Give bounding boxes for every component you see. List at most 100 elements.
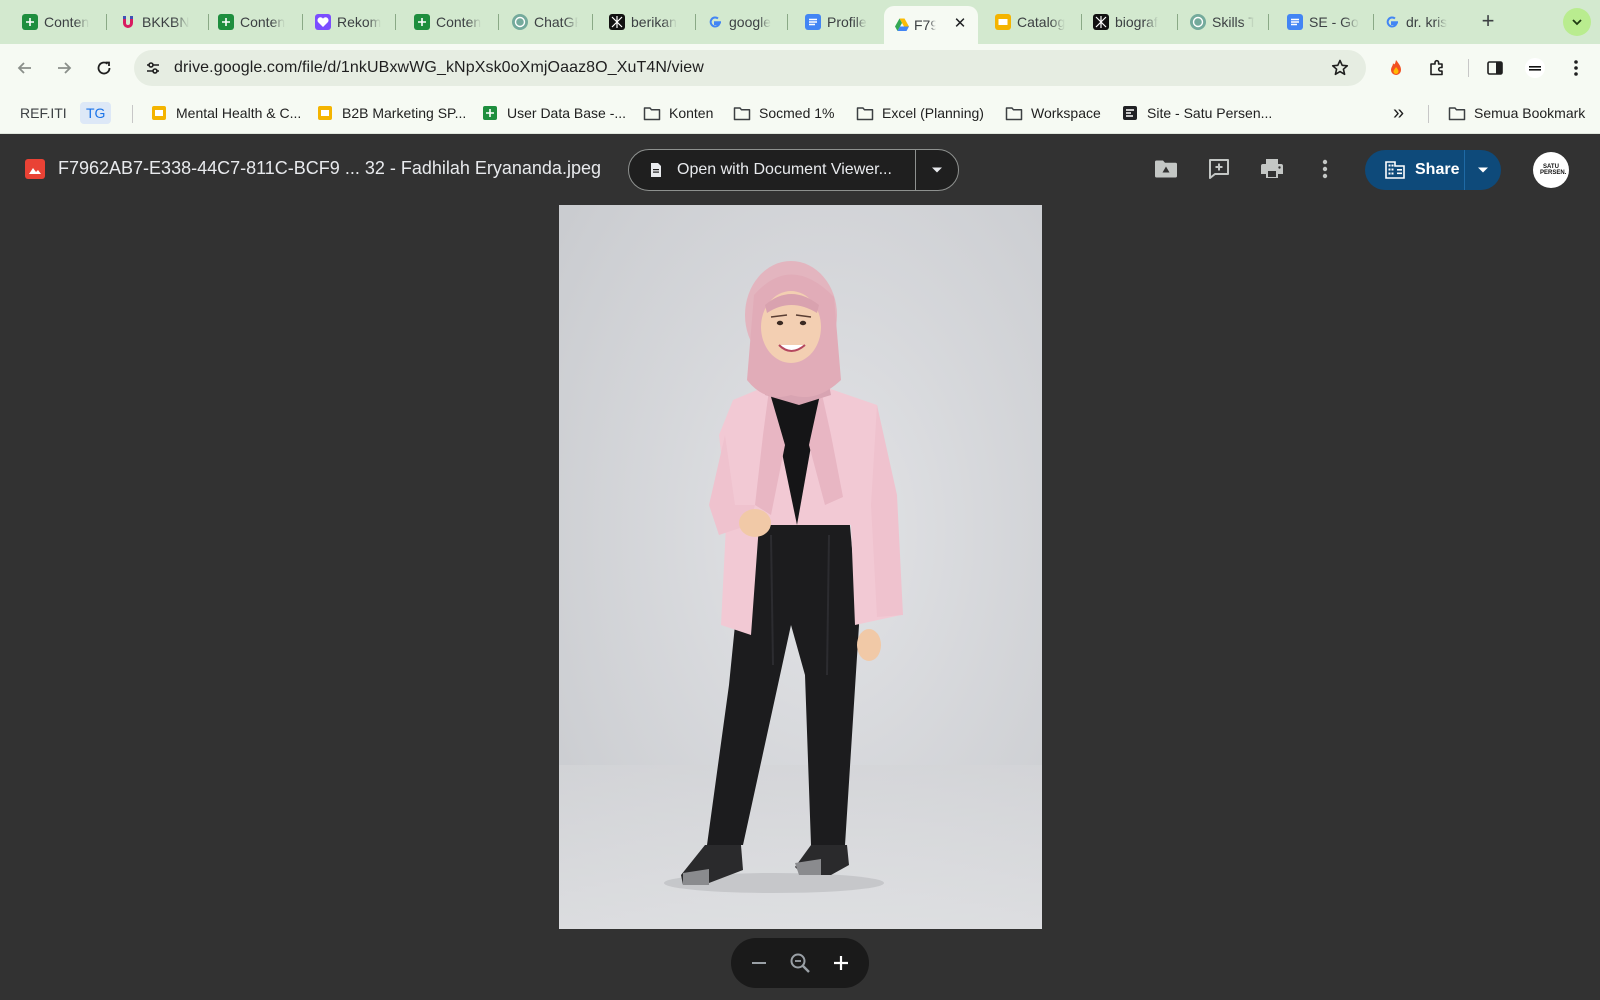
google-docs-icon bbox=[1287, 14, 1303, 30]
open-with-dropdown-button[interactable] bbox=[916, 150, 958, 190]
folder-icon bbox=[643, 105, 661, 121]
printer-icon bbox=[1261, 159, 1283, 178]
browser-tab[interactable]: Conten bbox=[414, 8, 484, 36]
caret-down-icon bbox=[1478, 167, 1488, 173]
tab-title: Conten bbox=[44, 14, 90, 30]
browser-tab-active[interactable]: F79 ✕ bbox=[884, 6, 978, 44]
zoom-out-button[interactable] bbox=[743, 947, 775, 979]
account-avatar[interactable]: SATU PERSEN. bbox=[1533, 152, 1569, 188]
bookmark-label: Socmed 1% bbox=[759, 105, 835, 121]
google-slides-icon bbox=[150, 105, 168, 121]
browser-tab[interactable]: Catalog bbox=[995, 8, 1067, 36]
tab-title: google bbox=[729, 14, 772, 30]
image-preview bbox=[559, 205, 1042, 929]
tab-separator bbox=[1177, 14, 1178, 30]
google-slides-icon bbox=[995, 14, 1011, 30]
browser-tab[interactable]: berikan bbox=[609, 8, 681, 36]
browser-tab[interactable]: Profile bbox=[805, 8, 873, 36]
more-actions-button[interactable] bbox=[1309, 153, 1341, 185]
tab-title: berikan bbox=[631, 14, 677, 30]
open-with-button[interactable]: Open with Document Viewer... bbox=[629, 150, 916, 190]
browser-tab[interactable]: google bbox=[707, 8, 773, 36]
folder-icon bbox=[856, 105, 874, 121]
open-with-button-group: Open with Document Viewer... bbox=[628, 149, 959, 191]
browser-tab[interactable]: Conten bbox=[22, 8, 92, 36]
folder-icon bbox=[1005, 105, 1023, 121]
close-tab-icon[interactable]: ✕ bbox=[952, 16, 968, 32]
google-drive-icon bbox=[894, 17, 910, 33]
zoom-controls bbox=[731, 938, 869, 988]
browser-tab[interactable]: Skills T bbox=[1190, 8, 1254, 36]
google-sheets-icon bbox=[218, 14, 234, 30]
site-info-icon[interactable] bbox=[142, 57, 164, 79]
avatar-logo-text: SATU PERSEN. bbox=[1540, 164, 1567, 176]
bookmark-item[interactable]: Mental Health & C... bbox=[150, 102, 301, 124]
tab-separator bbox=[208, 14, 209, 30]
address-bar[interactable]: drive.google.com/file/d/1nkUBxwWG_kNpXsk… bbox=[134, 50, 1366, 86]
browser-tab[interactable]: ChatGP bbox=[512, 8, 578, 36]
bookmarks-divider bbox=[1428, 105, 1429, 123]
bookmark-item[interactable]: REF.ITI bbox=[14, 102, 73, 124]
bookmark-label: Site - Satu Persen... bbox=[1147, 105, 1273, 121]
bookmark-label: User Data Base -... bbox=[507, 105, 627, 121]
browser-menu-icon[interactable] bbox=[1564, 56, 1588, 80]
zoom-reset-button[interactable] bbox=[784, 947, 816, 979]
google-icon bbox=[1384, 14, 1400, 30]
browser-toolbar: drive.google.com/file/d/1nkUBxwWG_kNpXsk… bbox=[0, 44, 1600, 92]
add-to-drive-button[interactable] bbox=[1150, 153, 1182, 185]
tab-title: Rekom bbox=[337, 14, 381, 30]
forward-button[interactable] bbox=[50, 54, 78, 82]
bookmark-item[interactable]: Socmed 1% bbox=[733, 102, 834, 124]
bookmark-item[interactable]: Workspace bbox=[1005, 102, 1101, 124]
bookmark-item[interactable]: TG bbox=[80, 102, 112, 124]
back-button[interactable] bbox=[11, 54, 39, 82]
browser-tab[interactable]: Conten bbox=[218, 8, 288, 36]
tab-separator bbox=[787, 14, 788, 30]
new-tab-button[interactable]: + bbox=[1476, 10, 1500, 34]
browser-tab[interactable]: dr. kris bbox=[1384, 8, 1456, 36]
caret-down-icon bbox=[932, 167, 942, 173]
tab-title: F79 bbox=[914, 17, 936, 33]
reload-button[interactable] bbox=[90, 54, 118, 82]
tab-separator bbox=[106, 14, 107, 30]
browser-tab[interactable]: BKKBN bbox=[120, 8, 194, 36]
bookmarks-overflow-button[interactable]: » bbox=[1393, 102, 1404, 124]
arrow-left-icon bbox=[17, 62, 31, 74]
add-comment-icon bbox=[1209, 159, 1229, 179]
share-dropdown-button[interactable] bbox=[1465, 150, 1501, 190]
tab-strip: Conten BKKBN Conten Rekom Conten ChatGP berika… bbox=[0, 0, 1600, 44]
chevron-down-icon bbox=[1572, 19, 1582, 26]
tab-separator bbox=[1373, 14, 1374, 30]
tab-separator bbox=[498, 14, 499, 30]
url-text[interactable]: drive.google.com/file/d/1nkUBxwWG_kNpXsk… bbox=[174, 59, 704, 77]
bookmark-item[interactable]: B2B Marketing SP... bbox=[316, 102, 466, 124]
profile-avatar-small[interactable] bbox=[1523, 56, 1547, 80]
zoom-in-button[interactable] bbox=[825, 947, 857, 979]
portrait-photo bbox=[559, 205, 1042, 929]
extensions-puzzle-icon[interactable] bbox=[1425, 56, 1449, 80]
browser-tab[interactable]: Rekom bbox=[315, 8, 381, 36]
tab-separator bbox=[395, 14, 396, 30]
tab-title: Conten bbox=[436, 14, 482, 30]
share-button[interactable]: Share bbox=[1365, 150, 1465, 190]
all-bookmarks-folder[interactable]: Semua Bookmark bbox=[1448, 102, 1585, 124]
google-sheets-icon bbox=[414, 14, 430, 30]
bookmark-item[interactable]: Site - Satu Persen... bbox=[1121, 102, 1272, 124]
side-panel-icon[interactable] bbox=[1483, 56, 1507, 80]
bookmark-item[interactable]: Konten bbox=[643, 102, 713, 124]
tab-title: Skills T bbox=[1212, 14, 1254, 30]
browser-tab[interactable]: biograf bbox=[1093, 8, 1163, 36]
bookmark-item[interactable]: Excel (Planning) bbox=[856, 102, 984, 124]
extension-flame-icon[interactable] bbox=[1384, 56, 1408, 80]
add-comment-button[interactable] bbox=[1203, 153, 1235, 185]
browser-tab[interactable]: SE - Go bbox=[1287, 8, 1359, 36]
bookmark-label: Workspace bbox=[1031, 105, 1101, 121]
google-sheets-icon bbox=[481, 105, 499, 121]
bookmark-label: Konten bbox=[669, 105, 714, 121]
bookmark-item[interactable]: User Data Base -... bbox=[481, 102, 626, 124]
bookmark-star-icon[interactable] bbox=[1328, 56, 1352, 80]
tab-search-button[interactable] bbox=[1563, 8, 1591, 36]
print-button[interactable] bbox=[1256, 153, 1288, 185]
tab-title: biograf bbox=[1115, 14, 1158, 30]
plus-icon bbox=[833, 956, 848, 970]
